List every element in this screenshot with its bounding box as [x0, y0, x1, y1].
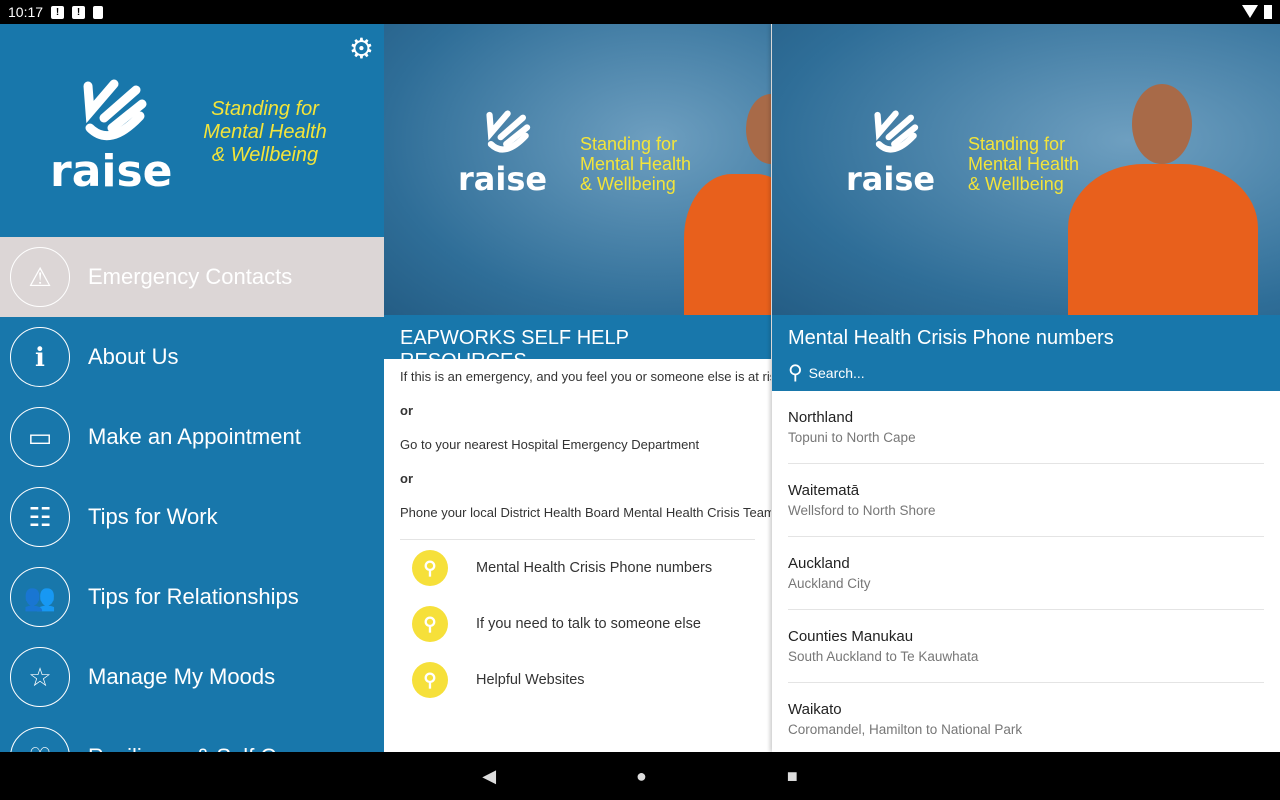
panel-title: Mental Health Crisis Phone numbers [788, 327, 1114, 349]
self-help-panel: raise Standing for Mental Health & Wellbei… [384, 24, 771, 752]
heart-icon: ♡ [10, 727, 70, 752]
sidebar-item-about-us[interactable]: ℹ About Us [0, 317, 384, 397]
hand-logo-icon [83, 79, 147, 141]
sidebar-item-tips-for-work[interactable]: ☷ Tips for Work [0, 477, 384, 557]
person-photo [1068, 164, 1258, 315]
list-item[interactable]: Waitematā Wellsford to North Shore [788, 464, 1264, 537]
crisis-numbers-panel: raise Standing for Mental Health & Wellbei… [772, 24, 1280, 752]
warning-icon: ⚠ [10, 247, 70, 307]
sidebar-item-emergency-contacts[interactable]: ⚠ Emergency Contacts [0, 237, 384, 317]
notification-icon: ! [51, 5, 65, 19]
search-input[interactable]: ⚲ Search... [788, 360, 1264, 385]
hero-banner: raise Standing for Mental Health & Wellbei… [384, 24, 771, 315]
wifi-icon [1242, 5, 1258, 18]
status-bar: 10:17 ! ! [0, 0, 1280, 24]
battery-icon [1264, 5, 1272, 19]
home-button[interactable]: ● [636, 766, 647, 787]
recents-button[interactable]: ■ [787, 766, 798, 787]
people-icon: 👥 [10, 567, 70, 627]
list-item[interactable]: Counties Manukau South Auckland to Te Kau… [788, 610, 1264, 683]
hand-logo-icon [874, 110, 919, 153]
link-talk-to-someone[interactable]: ⚲ If you need to talk to someone else [384, 596, 771, 652]
back-button[interactable]: ◀ [482, 766, 496, 787]
link-helpful-websites[interactable]: ⚲ Helpful Websites [384, 652, 771, 708]
list-item[interactable]: Northland Topuni to North Cape [788, 391, 1264, 464]
calendar-icon: ▭ [10, 407, 70, 467]
search-icon: ⚲ [788, 362, 803, 384]
hero-banner: raise Standing for Mental Health & Wellbei… [772, 24, 1280, 315]
sd-card-icon [93, 5, 104, 19]
navigation-drawer: ⚙ raise Standing for Mental Health & Wellb… [0, 24, 384, 752]
search-icon: ⚲ [412, 662, 448, 698]
link-crisis-phone-numbers[interactable]: ⚲ Mental Health Crisis Phone numbers [384, 540, 771, 596]
section-title: EAPWORKS SELF HELP RESOURCES [384, 315, 771, 372]
settings-gear-icon[interactable]: ⚙ [349, 32, 374, 65]
drawer-header: ⚙ raise Standing for Mental Health & Wellb… [50, 32, 374, 197]
emergency-text: If this is an emergency, and you feel yo… [400, 369, 771, 520]
search-icon: ⚲ [412, 550, 448, 586]
sidebar-item-make-appointment[interactable]: ▭ Make an Appointment [0, 397, 384, 477]
search-icon: ⚲ [412, 606, 448, 642]
list-icon: ☷ [10, 487, 70, 547]
system-nav-bar: ◀ ● ■ [0, 752, 1280, 800]
list-item[interactable]: Auckland Auckland City [788, 537, 1264, 610]
list-item[interactable]: Waikato Coromandel, Hamilton to National … [788, 683, 1264, 752]
info-icon: ℹ [10, 327, 70, 387]
clock: 10:17 [8, 4, 44, 20]
sidebar-item-manage-my-moods[interactable]: ☆ Manage My Moods [0, 637, 384, 717]
person-photo [684, 174, 771, 315]
hand-logo-icon [486, 110, 531, 153]
tagline: Standing for Mental Health & Wellbeing [203, 98, 327, 166]
notification-icon: ! [72, 5, 86, 19]
sidebar-item-resilience[interactable]: ♡Resilience & Self Care [0, 717, 384, 752]
star-icon: ☆ [10, 647, 70, 707]
sidebar-item-tips-for-relationships[interactable]: 👥 Tips for Relationships [0, 557, 384, 637]
